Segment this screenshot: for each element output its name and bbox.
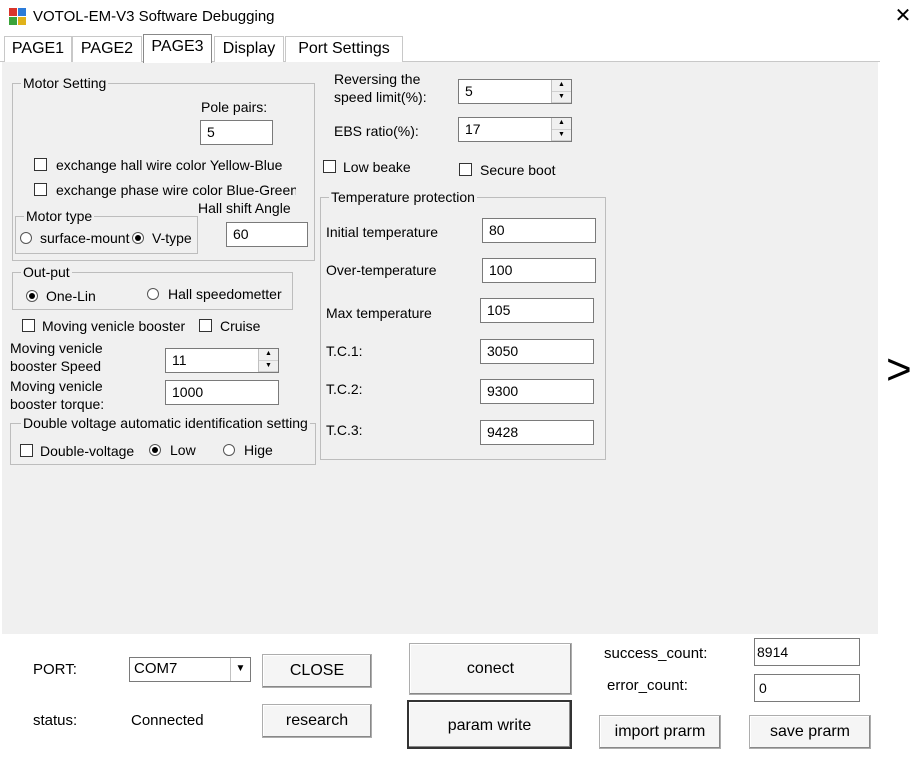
cruise-label: Cruise — [220, 318, 261, 334]
next-page-arrow[interactable]: > — [886, 345, 912, 395]
temperature-group: Temperature protection Initial temperatu… — [320, 189, 606, 460]
temp-label-tc3: T.C.3: — [326, 422, 363, 438]
param-write-button[interactable]: param write — [407, 700, 572, 749]
page3-panel: Motor Setting Pole pairs: 5 exchange hal… — [2, 62, 878, 634]
error-count-field: 0 — [754, 674, 860, 702]
ebs-ratio-input[interactable]: 17 ▲ ▼ — [458, 117, 572, 142]
booster-speed-label-1: Moving venicle — [10, 340, 103, 356]
import-param-button[interactable]: import prarm — [599, 715, 721, 749]
low-radio[interactable] — [149, 444, 161, 456]
booster-speed-label-2: booster Speed — [10, 358, 102, 374]
tc3-input[interactable]: 9428 — [480, 420, 594, 445]
motor-setting-title: Motor Setting — [21, 75, 109, 91]
motor-type-title: Motor type — [24, 208, 95, 224]
booster-torque-label-1: Moving venicle — [10, 378, 103, 394]
high-label: Hige — [244, 442, 273, 458]
booster-torque-input[interactable]: 1000 — [165, 380, 279, 405]
port-label: PORT: — [33, 661, 77, 678]
hall-shift-input[interactable]: 60 — [226, 222, 308, 247]
temp-label-tc1: T.C.1: — [326, 343, 363, 359]
v-type-radio[interactable] — [132, 232, 144, 244]
double-voltage-group: Double voltage automatic identification … — [10, 415, 316, 465]
hall-speedometer-radio[interactable] — [147, 288, 159, 300]
exchange-hall-checkbox[interactable] — [34, 158, 47, 171]
app-logo-icon — [9, 8, 27, 26]
status-label: status: — [33, 712, 78, 729]
tc2-input[interactable]: 9300 — [480, 379, 594, 404]
one-line-label: One-Lin — [46, 288, 96, 304]
ebs-ratio-value: 17 — [465, 121, 481, 137]
tab-page2[interactable]: PAGE2 — [72, 36, 142, 62]
double-voltage-checkbox[interactable] — [20, 444, 33, 457]
high-radio[interactable] — [223, 444, 235, 456]
exchange-hall-label: exchange hall wire color Yellow-Blue — [56, 157, 283, 173]
reversing-label-1: Reversing the — [334, 71, 421, 87]
temperature-title: Temperature protection — [329, 189, 477, 205]
temp-label-over: Over-temperature — [326, 262, 437, 278]
port-select[interactable]: COM7 ▼ — [129, 657, 251, 682]
surface-mounted-label: surface-mounted — [40, 230, 130, 246]
hall-speedometer-label: Hall speedometter — [168, 286, 282, 302]
ebs-spinner[interactable]: ▲ ▼ — [551, 118, 571, 141]
temp-label-max: Max temperature — [326, 305, 432, 321]
cruise-checkbox[interactable] — [199, 319, 212, 332]
hall-shift-label: Hall shift Angle — [198, 200, 291, 216]
tc1-input[interactable]: 3050 — [480, 339, 594, 364]
booster-torque-label-2: booster torque: — [10, 396, 105, 412]
motor-type-group: Motor type surface-mounted V-type — [15, 208, 198, 254]
reversing-spinner[interactable]: ▲ ▼ — [551, 80, 571, 103]
double-voltage-label: Double-voltage — [40, 443, 135, 459]
port-value: COM7 — [134, 660, 178, 677]
tab-page3[interactable]: PAGE3 — [143, 34, 212, 63]
temp-label-initial: Initial temperature — [326, 224, 439, 240]
reversing-label-2: speed limit(%): — [334, 89, 427, 105]
error-count-label: error_count: — [607, 677, 688, 694]
save-param-button[interactable]: save prarm — [749, 715, 871, 749]
close-port-button[interactable]: CLOSE — [262, 654, 372, 688]
output-group: Out-put One-Lin Hall speedometter — [12, 264, 293, 310]
success-count-field: 8914 — [754, 638, 860, 666]
moving-booster-label: Moving venicle booster — [42, 318, 186, 334]
temp-label-tc2: T.C.2: — [326, 381, 363, 397]
connection-bar: PORT: COM7 ▼ CLOSE status: Connected res… — [0, 634, 923, 782]
low-brake-checkbox[interactable] — [323, 160, 336, 173]
reversing-speed-input[interactable]: 5 ▲ ▼ — [458, 79, 572, 104]
title-bar: VOTOL-EM-V3 Software Debugging ✕ — [0, 0, 923, 34]
pole-pairs-label: Pole pairs: — [201, 99, 268, 115]
low-label: Low — [170, 442, 196, 458]
exchange-phase-checkbox[interactable] — [34, 183, 47, 196]
status-value: Connected — [131, 712, 204, 729]
booster-speed-spinner[interactable]: ▲ ▼ — [258, 349, 278, 372]
low-brake-label: Low beake — [343, 159, 411, 175]
booster-speed-value: 11 — [172, 352, 187, 368]
ebs-label: EBS ratio(%): — [334, 123, 419, 139]
surface-mounted-radio[interactable] — [20, 232, 32, 244]
close-window-icon[interactable]: ✕ — [890, 4, 916, 28]
tab-display[interactable]: Display — [214, 36, 284, 62]
motor-setting-group: Motor Setting Pole pairs: 5 exchange hal… — [12, 75, 315, 261]
output-title: Out-put — [21, 264, 72, 280]
success-count-label: success_count: — [604, 645, 708, 662]
tab-bar: PAGE1 PAGE2 PAGE3 Display Port Settings — [0, 34, 880, 63]
pole-pairs-input[interactable]: 5 — [200, 120, 273, 145]
connect-button[interactable]: conect — [409, 643, 572, 695]
moving-booster-checkbox[interactable] — [22, 319, 35, 332]
secure-boot-checkbox[interactable] — [459, 163, 472, 176]
booster-speed-input[interactable]: 11 ▲ ▼ — [165, 348, 279, 373]
secure-boot-label: Secure boot — [480, 162, 556, 178]
double-voltage-title: Double voltage automatic identification … — [21, 415, 310, 431]
reversing-speed-value: 5 — [465, 83, 473, 99]
tab-page1[interactable]: PAGE1 — [4, 36, 72, 62]
chevron-down-icon[interactable]: ▼ — [230, 658, 250, 681]
one-line-radio[interactable] — [26, 290, 38, 302]
v-type-label: V-type — [152, 230, 192, 246]
tab-port-settings[interactable]: Port Settings — [285, 36, 403, 62]
initial-temperature-input[interactable]: 80 — [482, 218, 596, 243]
research-button[interactable]: research — [262, 704, 372, 738]
window-title: VOTOL-EM-V3 Software Debugging — [33, 8, 275, 25]
over-temperature-input[interactable]: 100 — [482, 258, 596, 283]
max-temperature-input[interactable]: 105 — [480, 298, 594, 323]
exchange-phase-label: exchange phase wire color Blue-Green — [56, 182, 296, 198]
